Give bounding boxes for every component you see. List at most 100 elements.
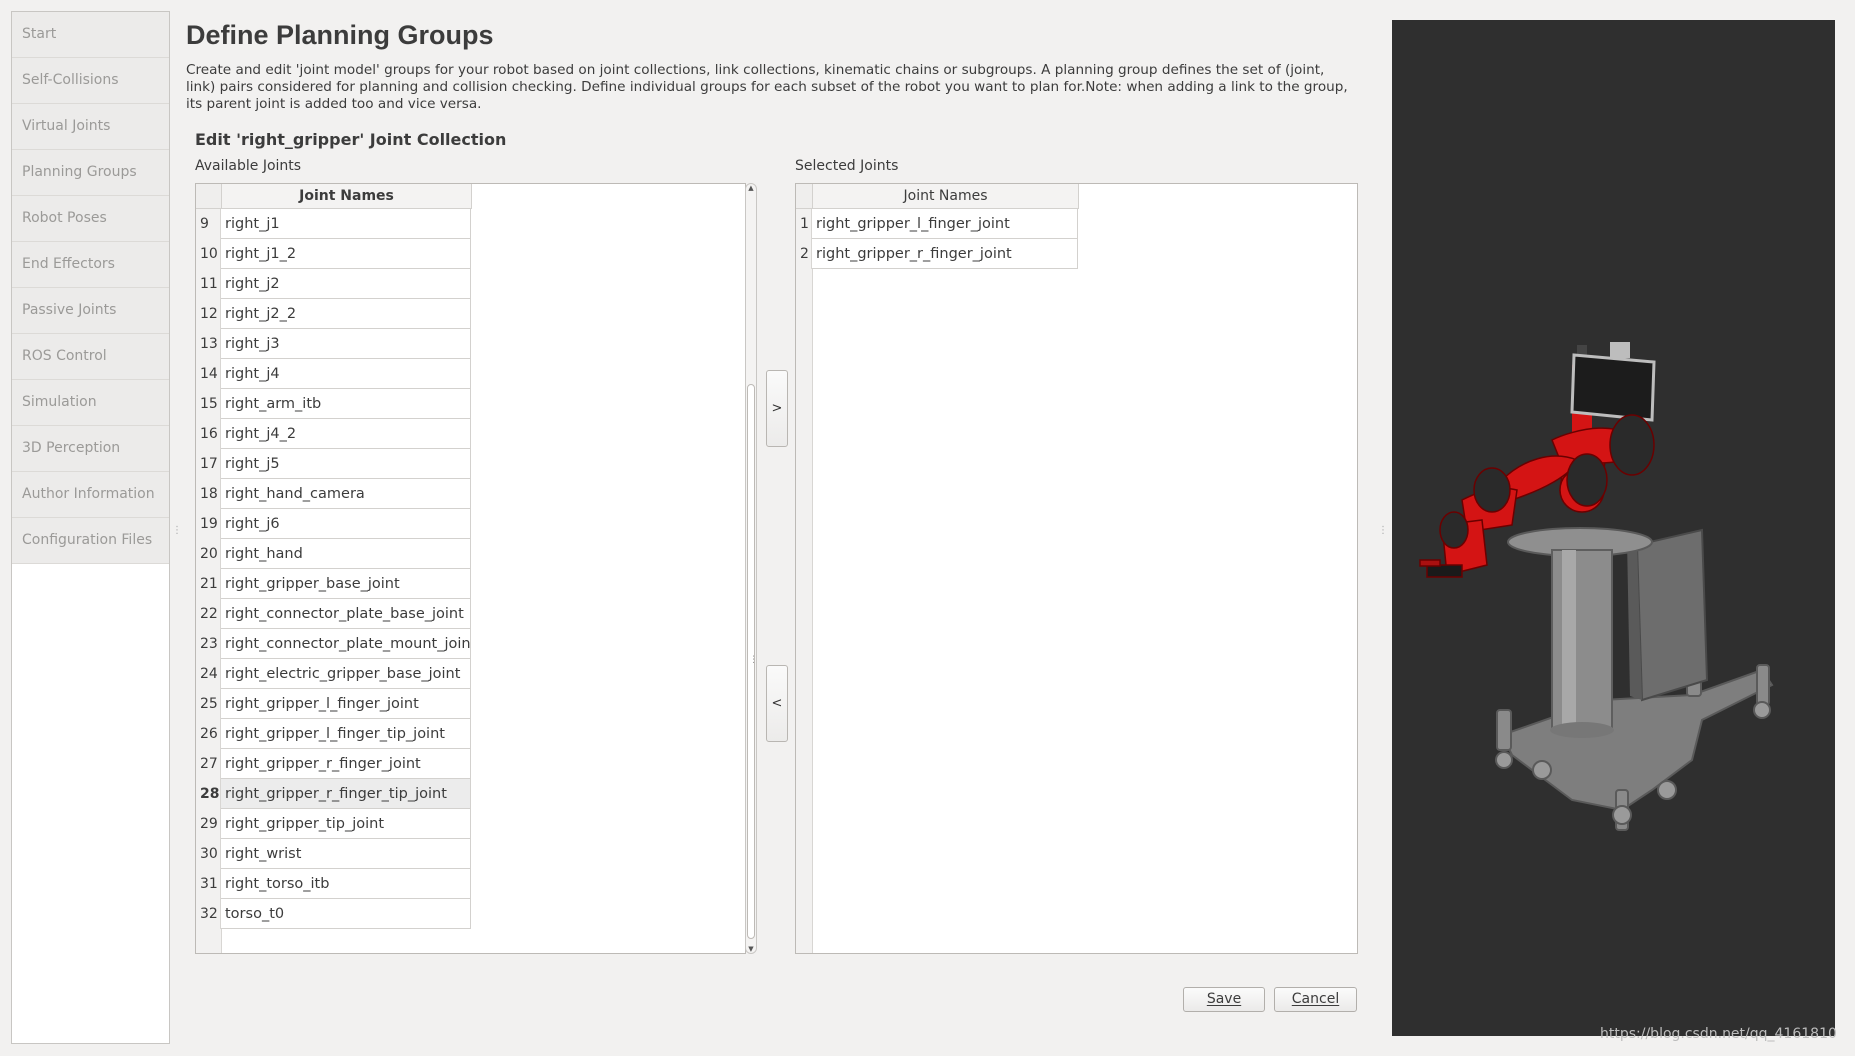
joint-name-cell[interactable]: right_j3 <box>221 329 471 359</box>
table-row[interactable]: 21 right_gripper_base_joint <box>196 569 471 599</box>
table-row[interactable]: 18 right_hand_camera <box>196 479 471 509</box>
table-row[interactable]: 28 right_gripper_r_finger_tip_joint <box>196 779 471 809</box>
viewport-splitter-handle[interactable]: ⋮ <box>1378 525 1388 536</box>
sidebar-item-simulation[interactable]: Simulation <box>12 380 169 426</box>
table-row[interactable]: 27 right_gripper_r_finger_joint <box>196 749 471 779</box>
sidebar-item-robot-poses[interactable]: Robot Poses <box>12 196 169 242</box>
remove-joint-button[interactable]: < <box>766 665 788 742</box>
available-joints-table[interactable]: Joint Names 9 right_j1 10 right_j1_2 11 right… <box>195 183 746 954</box>
row-number[interactable]: 14 <box>196 359 221 389</box>
robot-3d-viewport[interactable] <box>1392 20 1835 1036</box>
table-row[interactable]: 17 right_j5 <box>196 449 471 479</box>
row-number[interactable]: 24 <box>196 659 221 689</box>
joint-name-cell[interactable]: right_gripper_l_finger_tip_joint <box>221 719 471 749</box>
joint-name-cell[interactable]: right_gripper_tip_joint <box>221 809 471 839</box>
row-number[interactable]: 20 <box>196 539 221 569</box>
joint-name-cell[interactable]: torso_t0 <box>221 899 471 929</box>
joint-name-cell[interactable]: right_connector_plate_base_joint <box>221 599 471 629</box>
row-number[interactable]: 16 <box>196 419 221 449</box>
joint-name-cell[interactable]: right_gripper_r_finger_tip_joint <box>221 779 471 809</box>
cancel-button[interactable]: Cancel <box>1274 987 1357 1012</box>
sidebar-item-author-information[interactable]: Author Information <box>12 472 169 518</box>
table-row[interactable]: 2 right_gripper_r_finger_joint <box>796 239 1078 269</box>
save-button[interactable]: Save <box>1183 987 1265 1012</box>
table-row[interactable]: 22 right_connector_plate_base_joint <box>196 599 471 629</box>
joint-name-cell[interactable]: right_torso_itb <box>221 869 471 899</box>
table-row[interactable]: 23 right_connector_plate_mount_joint <box>196 629 471 659</box>
joint-name-cell[interactable]: right_hand_camera <box>221 479 471 509</box>
table-row[interactable]: 10 right_j1_2 <box>196 239 471 269</box>
row-number[interactable]: 31 <box>196 869 221 899</box>
sidebar-item-start[interactable]: Start <box>12 12 169 58</box>
row-number[interactable]: 30 <box>196 839 221 869</box>
row-number[interactable]: 19 <box>196 509 221 539</box>
table-row[interactable]: 19 right_j6 <box>196 509 471 539</box>
row-number[interactable]: 9 <box>196 209 221 239</box>
sidebar-item-virtual-joints[interactable]: Virtual Joints <box>12 104 169 150</box>
joint-name-cell[interactable]: right_j1 <box>221 209 471 239</box>
table-row[interactable]: 9 right_j1 <box>196 209 471 239</box>
row-number[interactable]: 1 <box>796 209 812 239</box>
table-row[interactable]: 16 right_j4_2 <box>196 419 471 449</box>
table-row[interactable]: 11 right_j2 <box>196 269 471 299</box>
joint-name-cell[interactable]: right_gripper_base_joint <box>221 569 471 599</box>
table-row[interactable]: 24 right_electric_gripper_base_joint <box>196 659 471 689</box>
row-number[interactable]: 32 <box>196 899 221 929</box>
sidebar-item-configuration-files[interactable]: Configuration Files <box>12 518 169 564</box>
row-number[interactable]: 27 <box>196 749 221 779</box>
row-number[interactable]: 11 <box>196 269 221 299</box>
row-number[interactable]: 21 <box>196 569 221 599</box>
joint-name-cell[interactable]: right_hand <box>221 539 471 569</box>
add-joint-button[interactable]: > <box>766 370 788 447</box>
joint-name-cell[interactable]: right_electric_gripper_base_joint <box>221 659 471 689</box>
column-header-joint-names[interactable]: Joint Names <box>222 184 472 208</box>
column-header-joint-names[interactable]: Joint Names <box>813 184 1079 208</box>
table-row[interactable]: 13 right_j3 <box>196 329 471 359</box>
table-row[interactable]: 26 right_gripper_l_finger_tip_joint <box>196 719 471 749</box>
joint-name-cell[interactable]: right_connector_plate_mount_joint <box>221 629 471 659</box>
sidebar-item-planning-groups[interactable]: Planning Groups <box>12 150 169 196</box>
joint-name-cell[interactable]: right_j2_2 <box>221 299 471 329</box>
sidebar-item-3d-perception[interactable]: 3D Perception <box>12 426 169 472</box>
joint-name-cell[interactable]: right_j4_2 <box>221 419 471 449</box>
scroll-down-arrow-icon[interactable]: ▼ <box>746 945 756 953</box>
row-number[interactable]: 29 <box>196 809 221 839</box>
joint-name-cell[interactable]: right_j2 <box>221 269 471 299</box>
table-row[interactable]: 15 right_arm_itb <box>196 389 471 419</box>
row-number[interactable]: 15 <box>196 389 221 419</box>
joint-name-cell[interactable]: right_gripper_r_finger_joint <box>221 749 471 779</box>
sidebar-item-end-effectors[interactable]: End Effectors <box>12 242 169 288</box>
joint-name-cell[interactable]: right_j6 <box>221 509 471 539</box>
row-number[interactable]: 26 <box>196 719 221 749</box>
available-joints-scrollbar[interactable]: ▲ ▼ <box>745 183 757 954</box>
row-number[interactable]: 25 <box>196 689 221 719</box>
sidebar-item-ros-control[interactable]: ROS Control <box>12 334 169 380</box>
row-number[interactable]: 17 <box>196 449 221 479</box>
joint-name-cell[interactable]: right_j1_2 <box>221 239 471 269</box>
row-number[interactable]: 12 <box>196 299 221 329</box>
sidebar-item-self-collisions[interactable]: Self-Collisions <box>12 58 169 104</box>
joint-name-cell[interactable]: right_gripper_l_finger_joint <box>812 209 1078 239</box>
row-number[interactable]: 23 <box>196 629 221 659</box>
row-number[interactable]: 22 <box>196 599 221 629</box>
table-row[interactable]: 20 right_hand <box>196 539 471 569</box>
row-number[interactable]: 10 <box>196 239 221 269</box>
sidebar-splitter-handle[interactable]: ⋮ <box>172 525 182 536</box>
joint-name-cell[interactable]: right_j4 <box>221 359 471 389</box>
row-number[interactable]: 13 <box>196 329 221 359</box>
sidebar-item-passive-joints[interactable]: Passive Joints <box>12 288 169 334</box>
table-row[interactable]: 32 torso_t0 <box>196 899 471 929</box>
row-number[interactable]: 18 <box>196 479 221 509</box>
table-row[interactable]: 12 right_j2_2 <box>196 299 471 329</box>
row-number[interactable]: 2 <box>796 239 812 269</box>
joint-name-cell[interactable]: right_arm_itb <box>221 389 471 419</box>
table-row[interactable]: 30 right_wrist <box>196 839 471 869</box>
joint-name-cell[interactable]: right_gripper_r_finger_joint <box>812 239 1078 269</box>
joint-name-cell[interactable]: right_wrist <box>221 839 471 869</box>
table-row[interactable]: 1 right_gripper_l_finger_joint <box>796 209 1078 239</box>
list-splitter-handle[interactable]: ⋮ <box>749 655 758 665</box>
table-row[interactable]: 14 right_j4 <box>196 359 471 389</box>
selected-joints-table[interactable]: Joint Names 1 right_gripper_l_finger_join… <box>795 183 1358 954</box>
joint-name-cell[interactable]: right_j5 <box>221 449 471 479</box>
table-row[interactable]: 25 right_gripper_l_finger_joint <box>196 689 471 719</box>
